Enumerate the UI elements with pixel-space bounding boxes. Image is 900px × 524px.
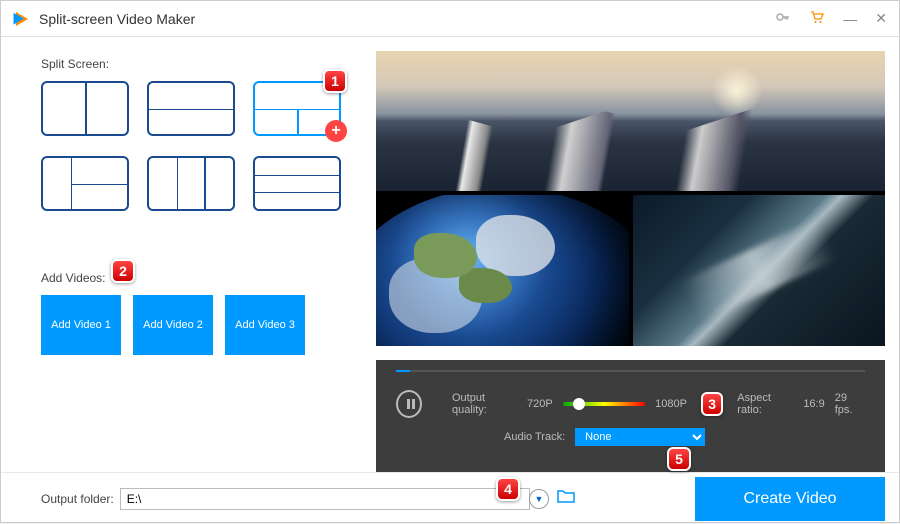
fps-value: 29 fps.	[835, 392, 865, 416]
add-videos-label: Add Videos:	[41, 271, 346, 285]
preview-pane-top[interactable]	[376, 51, 885, 191]
callout-1: 1	[323, 69, 347, 93]
template-grid: 1 +	[41, 81, 346, 211]
quality-slider[interactable]	[563, 402, 645, 406]
output-folder-input[interactable]	[120, 488, 530, 510]
callout-2: 2	[111, 259, 135, 283]
add-video-3-button[interactable]: Add Video 3	[225, 295, 305, 355]
pause-button[interactable]	[396, 390, 422, 418]
progress-bar[interactable]	[396, 370, 865, 372]
preview-pane-bottom-right[interactable]	[633, 195, 886, 346]
template-2col[interactable]	[41, 81, 129, 136]
template-2row[interactable]	[147, 81, 235, 136]
playback-controls: Output quality: 720P 1080P 3 Aspect rati…	[376, 360, 885, 472]
add-video-2-button[interactable]: Add Video 2	[133, 295, 213, 355]
audio-track-label: Audio Track:	[504, 431, 565, 443]
create-video-button[interactable]: Create Video	[695, 477, 885, 521]
audio-track-select[interactable]: None	[575, 428, 705, 446]
key-icon[interactable]	[775, 9, 791, 28]
callout-4: 4	[496, 477, 520, 501]
left-panel: Split Screen: 1 + Add Videos: 2 Add Vide…	[1, 37, 376, 472]
callout-5: 5	[667, 447, 691, 471]
preview-area	[376, 51, 885, 346]
titlebar: Split-screen Video Maker — ✕	[1, 1, 899, 37]
close-button[interactable]: ✕	[875, 10, 887, 27]
add-video-1-button[interactable]: Add Video 1	[41, 295, 121, 355]
template-3col[interactable]	[147, 156, 235, 211]
template-left-2right[interactable]	[41, 156, 129, 211]
template-1top-2bottom[interactable]: 1 +	[253, 81, 341, 136]
quality-1080p-label: 1080P	[655, 398, 687, 410]
minimize-button[interactable]: —	[843, 11, 857, 27]
aspect-ratio-value: 16:9	[803, 398, 824, 410]
output-folder-dropdown[interactable]: ▼	[529, 489, 549, 509]
browse-folder-icon[interactable]	[557, 489, 575, 508]
app-logo-icon	[13, 10, 31, 28]
output-folder-label: Output folder:	[41, 492, 114, 506]
cart-icon[interactable]	[809, 9, 825, 28]
add-template-icon[interactable]: +	[325, 120, 347, 142]
output-quality-label: Output quality:	[452, 392, 517, 416]
quality-720p-label: 720P	[527, 398, 553, 410]
callout-3: 3	[701, 392, 723, 416]
app-window: Split-screen Video Maker — ✕ Split Scree…	[0, 0, 900, 523]
split-screen-label: Split Screen:	[41, 57, 346, 71]
preview-pane-bottom-left[interactable]	[376, 195, 629, 346]
aspect-ratio-label: Aspect ratio:	[737, 392, 793, 416]
footer: Output folder: 4 ▼ 5 Create Video	[1, 472, 899, 524]
template-3row[interactable]	[253, 156, 341, 211]
app-title: Split-screen Video Maker	[39, 11, 195, 27]
